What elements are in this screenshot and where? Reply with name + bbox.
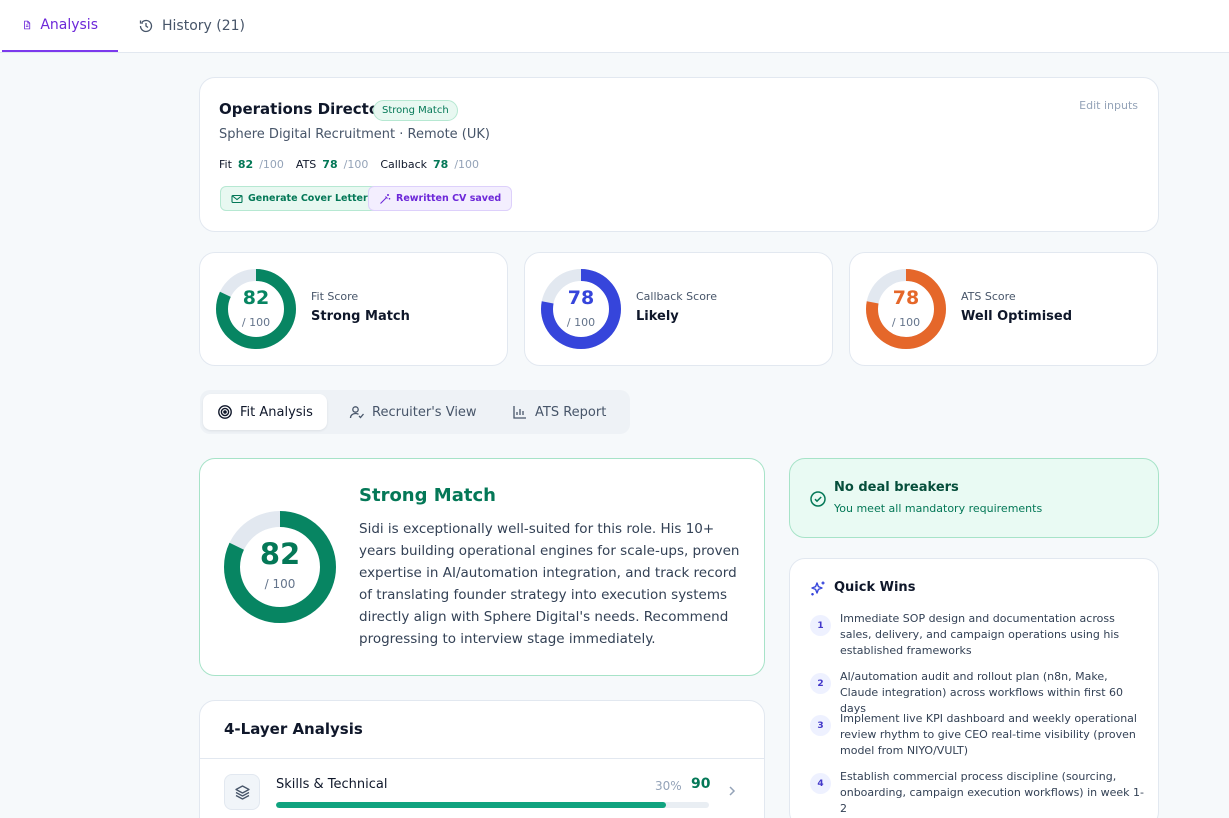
- divider: [200, 758, 764, 759]
- fit-ring-value: 82: [242, 287, 270, 309]
- ats-score-max: /100: [343, 158, 369, 171]
- scores-summary-line: Fit 82 /100 ATS 78 /100 Callback 78 /100: [219, 158, 491, 171]
- layer-weight: 30%: [655, 779, 682, 793]
- fit-score-card-status: Strong Match: [311, 309, 410, 324]
- rewritten-cv-saved-button[interactable]: Rewritten CV saved: [368, 186, 513, 211]
- fit-score-value: 82: [237, 158, 254, 171]
- bar-chart-icon: [513, 406, 526, 419]
- tab-ats-report-label: ATS Report: [535, 404, 607, 420]
- analysis-tab-group: Fit Analysis Recruiter's View ATS Report: [200, 390, 630, 434]
- fit-score-label: Fit: [219, 158, 232, 171]
- tab-history-label: History (21): [162, 18, 245, 34]
- ats-ring-max: / 100: [891, 316, 921, 329]
- callback-score-ring: 78 / 100: [540, 268, 622, 350]
- tab-analysis-label: Analysis: [40, 17, 98, 33]
- callback-score-max: /100: [454, 158, 480, 171]
- fit-score-card: 82 / 100 Fit Score Strong Match: [199, 252, 508, 366]
- layer-name: Skills & Technical: [276, 777, 388, 792]
- job-title: Operations Director: [219, 100, 387, 118]
- tab-recruiters-view[interactable]: Recruiter's View: [335, 394, 491, 430]
- fit-score-max: /100: [259, 158, 284, 171]
- fit-summary-card: 82 / 100 Strong Match Sidi is exceptiona…: [199, 458, 765, 676]
- callback-score-label: Callback: [380, 158, 427, 171]
- ats-ring-value: 78: [892, 287, 920, 309]
- fit-score-ring: 82 / 100: [215, 268, 297, 350]
- four-layer-analysis-card: 4-Layer Analysis Skills & Technical 30% …: [199, 700, 765, 818]
- deal-breakers-card: No deal breakers You meet all mandatory …: [789, 458, 1159, 538]
- fit-summary-max: / 100: [264, 577, 296, 591]
- quick-win-number: 3: [810, 715, 831, 736]
- edit-inputs-link[interactable]: Edit inputs: [1079, 99, 1138, 112]
- callback-ring-value: 78: [567, 287, 595, 309]
- quick-win-number: 4: [810, 773, 831, 794]
- callback-score-card-status: Likely: [636, 309, 679, 324]
- quick-win-text: Implement live KPI dashboard and weekly …: [840, 712, 1137, 757]
- chevron-right-icon[interactable]: [725, 784, 739, 798]
- layers-icon: [234, 784, 250, 800]
- quick-wins-card: Quick Wins 1 Immediate SOP design and do…: [789, 558, 1159, 818]
- tab-history[interactable]: History (21): [118, 0, 265, 52]
- deal-breakers-subtitle: You meet all mandatory requirements: [834, 502, 1043, 515]
- check-circle-icon: [810, 491, 826, 507]
- user-check-icon: [349, 406, 364, 419]
- layers-icon-box: [224, 774, 260, 810]
- fit-summary-value: 82: [259, 537, 301, 571]
- quick-win-text: Establish commercial process discipline …: [840, 770, 1144, 815]
- tab-recruiters-view-label: Recruiter's View: [372, 404, 477, 420]
- sparkles-icon: [811, 581, 825, 596]
- callback-score-card: 78 / 100 Callback Score Likely: [524, 252, 833, 366]
- rewritten-cv-saved-label: Rewritten CV saved: [396, 193, 502, 204]
- ats-score-card: 78 / 100 ATS Score Well Optimised: [849, 252, 1158, 366]
- layer-score: 90: [691, 776, 711, 792]
- target-icon: [218, 405, 232, 419]
- layer-progress-fill: [276, 802, 666, 808]
- quick-win-number: 2: [810, 673, 831, 694]
- quick-win-number: 1: [810, 615, 831, 636]
- fit-summary-description: Sidi is exceptionally well-suited for th…: [359, 521, 740, 647]
- ats-score-label: ATS: [295, 158, 317, 171]
- ats-score-card-label: ATS Score: [961, 290, 1016, 303]
- document-icon: [24, 20, 31, 30]
- company-location: Sphere Digital Recruitment · Remote (UK): [219, 127, 490, 142]
- fit-summary-ring: 82 / 100: [224, 511, 336, 623]
- history-icon: [139, 19, 153, 33]
- job-header-card: Operations Director Strong Match Edit in…: [199, 77, 1159, 232]
- ats-score-ring: 78 / 100: [865, 268, 947, 350]
- tab-ats-report[interactable]: ATS Report: [498, 394, 620, 430]
- fit-score-card-label: Fit Score: [311, 290, 359, 303]
- ats-score-value: 78: [322, 158, 338, 171]
- generate-cover-letter-button[interactable]: Generate Cover Letter: [220, 186, 379, 211]
- callback-score-value: 78: [433, 158, 449, 171]
- quick-win-text: AI/automation audit and rollout plan (n8…: [840, 670, 1124, 715]
- generate-cover-letter-label: Generate Cover Letter: [248, 193, 368, 204]
- mail-icon: [231, 194, 243, 203]
- deal-breakers-title: No deal breakers: [834, 480, 959, 495]
- fit-ring-max: / 100: [241, 316, 271, 329]
- tab-fit-analysis[interactable]: Fit Analysis: [203, 394, 327, 430]
- ats-score-card-status: Well Optimised: [961, 309, 1073, 324]
- tab-fit-analysis-label: Fit Analysis: [240, 404, 313, 420]
- callback-score-card-label: Callback Score: [636, 290, 717, 303]
- layer-progress-track: [276, 802, 709, 808]
- tab-analysis[interactable]: Analysis: [2, 0, 118, 52]
- four-layer-analysis-title: 4-Layer Analysis: [224, 720, 363, 738]
- top-tab-bar: Analysis History (21): [0, 0, 1229, 53]
- quick-win-text: Immediate SOP design and documentation a…: [840, 612, 1120, 657]
- match-badge: Strong Match: [373, 100, 458, 121]
- fit-summary-title: Strong Match: [359, 485, 496, 506]
- callback-ring-max: / 100: [566, 316, 596, 329]
- magic-wand-icon: [380, 193, 391, 204]
- quick-wins-title: Quick Wins: [834, 580, 916, 595]
